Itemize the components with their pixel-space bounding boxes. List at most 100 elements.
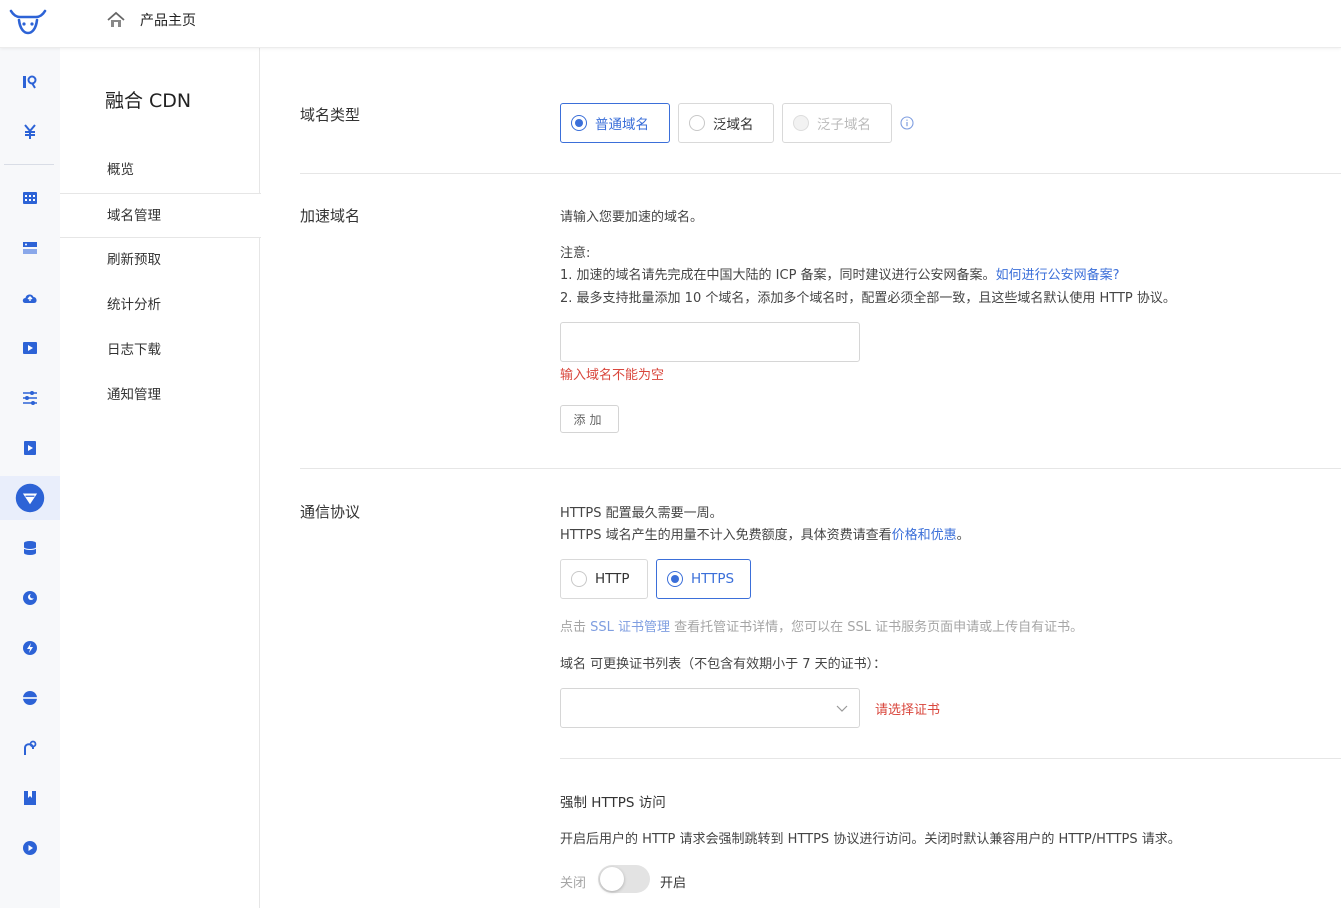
radio-http-label: HTTP [595, 571, 630, 587]
rail-item-10[interactable] [0, 526, 60, 570]
force-https-toggle[interactable] [598, 865, 650, 893]
home-icon [107, 11, 125, 27]
radio-normal-domain-label: 普通域名 [595, 117, 649, 133]
note-line-2: 2. 最多支持批量添加 10 个域名，添加多个域名时，配置必须全部一致，且这些域… [560, 291, 1176, 306]
subsection-divider [560, 758, 1341, 759]
sidebar-item-notifications[interactable]: 通知管理 [60, 373, 260, 418]
rail-divider [4, 164, 54, 165]
rail-item-4[interactable] [0, 226, 60, 270]
radio-http[interactable]: HTTP [560, 559, 648, 599]
radio-dot [571, 571, 587, 587]
radio-dot [793, 115, 809, 131]
rail-item-15[interactable] [0, 776, 60, 820]
radio-https[interactable]: HTTPS [656, 559, 751, 599]
rail-item-1[interactable] [0, 60, 60, 104]
product-home-link[interactable]: 产品主页 [106, 10, 196, 30]
police-record-link[interactable]: 如何进行公安网备案? [996, 268, 1120, 283]
sidebar-item-refresh-prefetch[interactable]: 刷新预取 [60, 238, 260, 283]
product-icon-rail [0, 48, 60, 908]
cert-select[interactable] [560, 688, 860, 728]
radio-wildcard-subdomain-label: 泛子域名 [817, 117, 871, 133]
rail-item-16[interactable] [0, 826, 60, 870]
cert-list-label: 域名 可更换证书列表（不包含有效期小于 7 天的证书）： [560, 657, 887, 672]
domain-input[interactable] [561, 323, 859, 361]
cloud-upload-icon [22, 294, 37, 303]
storage-list-icon [23, 242, 37, 254]
note-title: 注意: [560, 246, 591, 261]
rail-item-3[interactable] [0, 176, 60, 220]
sidebar-item-log-download[interactable]: 日志下载 [60, 328, 260, 373]
rail-item-13[interactable] [0, 676, 60, 720]
rail-item-14[interactable] [0, 726, 60, 770]
protocol-line-2: HTTPS 域名产生的用量不计入免费额度，具体资费请查看价格和优惠。 [560, 524, 970, 543]
radio-wildcard-subdomain: 泛子域名 [782, 103, 892, 143]
bolt-circle-icon [23, 641, 37, 655]
product-title: 融合 CDN [105, 90, 192, 112]
protocol-label: 通信协议 [300, 503, 361, 521]
brand-logo-icon[interactable] [8, 8, 48, 36]
domain-input-wrapper [560, 322, 860, 362]
note-line-1: 1. 加速的域名请先完成在中国大陆的 ICP 备案，同时建议进行公安网备案。如何… [560, 264, 1119, 283]
note-line-1-text: 1. 加速的域名请先完成在中国大陆的 ICP 备案，同时建议进行公安网备案。 [560, 268, 996, 283]
radio-https-label: HTTPS [691, 571, 735, 587]
info-icon[interactable] [900, 116, 914, 130]
toggle-off-label: 关闭 [560, 876, 587, 891]
film-icon [23, 342, 37, 354]
sidebar-item-statistics[interactable]: 统计分析 [60, 283, 260, 328]
rail-item-7[interactable] [0, 376, 60, 420]
yen-icon [24, 124, 36, 139]
pricing-link[interactable]: 价格和优惠 [892, 528, 957, 543]
sidebar-item-overview[interactable]: 概览 [60, 148, 260, 193]
protocol-line-2-text: HTTPS 域名产生的用量不计入免费额度，具体资费请查看 [560, 528, 892, 543]
protocol-line-2-suffix: 。 [956, 528, 970, 543]
radio-wildcard-domain-label: 泛域名 [713, 117, 754, 133]
home-label: 产品主页 [140, 13, 196, 29]
sidebar-nav: 概览 域名管理 刷新预取 统计分析 日志下载 通知管理 [60, 148, 261, 418]
rail-item-11[interactable] [0, 576, 60, 620]
cert-hint: 点击 SSL 证书管理 查看托管证书详情，您可以在 SSL 证书服务页面申请或上… [560, 616, 1083, 635]
cert-select-error: 请选择证书 [875, 703, 941, 718]
domain-type-label: 域名类型 [300, 106, 361, 124]
toggle-on-label: 开启 [660, 876, 687, 891]
chevron-down-icon [836, 705, 848, 712]
rail-item-12[interactable] [0, 626, 60, 670]
product-sidebar: 融合 CDN 概览 域名管理 刷新预取 统计分析 日志下载 通知管理 [60, 48, 261, 908]
section-divider [300, 173, 1341, 174]
database-icon [23, 541, 37, 555]
key-icon [23, 75, 37, 89]
radio-dot [571, 115, 587, 131]
grid-icon [23, 192, 37, 204]
rail-item-5[interactable] [0, 276, 60, 320]
add-domain-button[interactable]: 添加 [560, 405, 619, 433]
sidebar-item-domain-management[interactable]: 域名管理 [60, 193, 261, 238]
accel-domain-prompt: 请输入您要加速的域名。 [560, 210, 704, 225]
cdn-icon [15, 483, 45, 513]
accel-domain-label: 加速域名 [300, 207, 361, 225]
media-doc-icon [24, 441, 36, 455]
radio-normal-domain[interactable]: 普通域名 [560, 103, 670, 143]
radio-dot [689, 115, 705, 131]
bookmark-icon [24, 791, 36, 805]
top-bar: 产品主页 [0, 0, 1341, 48]
route-icon [24, 740, 37, 755]
moon-circle-icon [23, 591, 37, 605]
radio-wildcard-domain[interactable]: 泛域名 [678, 103, 774, 143]
globe-icon [23, 691, 37, 705]
rail-item-2[interactable] [0, 110, 60, 154]
play-circle-icon [23, 841, 37, 855]
main-content: 域名类型 普通域名 泛域名 泛子域名 加速域名 请输入您要加速的域名。 注意: … [260, 48, 1341, 908]
force-https-description: 开启后用户的 HTTP 请求会强制跳转到 HTTPS 协议进行访问。关闭时默认兼… [560, 832, 1181, 847]
rail-item-6[interactable] [0, 326, 60, 370]
protocol-line-1: HTTPS 配置最久需要一周。 [560, 506, 723, 521]
domain-input-error: 输入域名不能为空 [560, 368, 665, 383]
section-divider [300, 468, 1341, 469]
force-https-title: 强制 HTTPS 访问 [560, 795, 666, 811]
ssl-cert-management-link[interactable]: SSL 证书管理 [590, 620, 670, 635]
toggle-knob [600, 867, 624, 891]
cert-hint-prefix: 点击 [560, 620, 591, 635]
rail-item-8[interactable] [0, 426, 60, 470]
sliders-icon [23, 391, 37, 405]
radio-dot [667, 571, 683, 587]
rail-item-cdn[interactable] [0, 476, 60, 520]
cert-hint-suffix: 查看托管证书详情，您可以在 SSL 证书服务页面申请或上传自有证书。 [670, 620, 1084, 635]
